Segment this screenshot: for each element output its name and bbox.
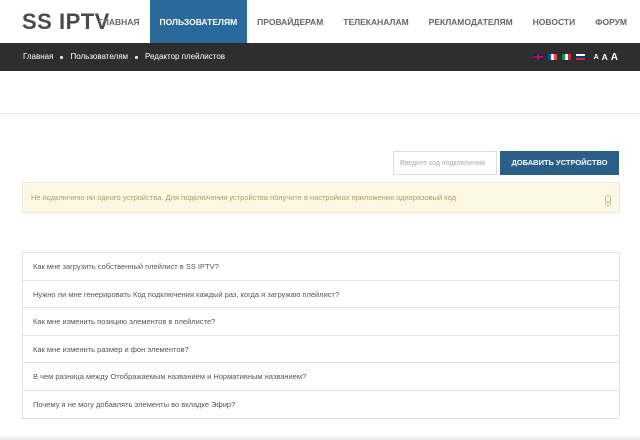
font-size-medium-button[interactable]: A <box>602 52 608 62</box>
breadcrumb-separator <box>135 55 139 59</box>
en-flag-icon[interactable] <box>533 54 543 60</box>
breadcrumb-current: Редактор плейлистов <box>145 52 226 61</box>
fr-flag-icon[interactable] <box>547 54 557 60</box>
faq-item-display-name[interactable]: В чем разница между Отображаемым названи… <box>23 363 619 391</box>
connection-code-input[interactable] <box>393 151 497 175</box>
breadcrumb-users[interactable]: Пользователям <box>70 43 128 71</box>
faq-item-air-tab[interactable]: Почему я не могу добавлять элементы во в… <box>23 391 619 419</box>
site-header: SS IPTV Главная Пользователям Провайдера… <box>0 0 640 43</box>
it-flag-icon[interactable] <box>561 54 571 60</box>
nav-item-forum[interactable]: Форум <box>585 0 637 43</box>
nav-item-home[interactable]: Главная <box>88 0 149 43</box>
ru-flag-icon[interactable] <box>575 54 585 60</box>
faq-item-upload-playlist[interactable]: Как мне загрузить собственный плейлист в… <box>23 253 619 281</box>
breadcrumb-home[interactable]: Главная <box>23 43 53 71</box>
breadcrumb-separator <box>60 55 64 59</box>
breadcrumb: Главная Пользователям Редактор плейлисто… <box>23 43 225 71</box>
faq-list: Как мне загрузить собственный плейлист в… <box>22 252 620 419</box>
nav-item-advertisers[interactable]: Рекламодателям <box>419 0 523 43</box>
nav-item-news[interactable]: Новости <box>523 0 586 43</box>
nav-item-users[interactable]: Пользователям <box>149 0 248 43</box>
main-nav: Главная Пользователям Провайдерам Телека… <box>88 0 637 43</box>
font-size-large-button[interactable]: A <box>611 52 618 63</box>
nav-item-providers[interactable]: Провайдерам <box>247 0 333 43</box>
faq-item-element-position[interactable]: Как мне изменить позицию элементов в пле… <box>23 308 619 336</box>
faq-item-element-size[interactable]: Как мне изменить размер и фон элементов? <box>23 336 619 363</box>
nav-item-channels[interactable]: Телеканалам <box>333 0 418 43</box>
mobile-device-icon <box>605 195 611 206</box>
no-devices-alert: Не подключено ни одного устройства. Для … <box>22 182 620 213</box>
faq-item-connection-code[interactable]: Нужно ли мне генерировать Код подключени… <box>23 281 619 308</box>
section-divider <box>0 113 640 114</box>
alert-message: Не подключено ни одного устройства. Для … <box>31 193 457 202</box>
language-and-font-tools: A A A <box>529 43 618 71</box>
font-size-small-button[interactable]: A <box>594 54 599 61</box>
add-device-button[interactable]: Добавить устройство <box>500 151 619 175</box>
breadcrumb-bar: Главная Пользователям Редактор плейлисто… <box>0 43 640 71</box>
